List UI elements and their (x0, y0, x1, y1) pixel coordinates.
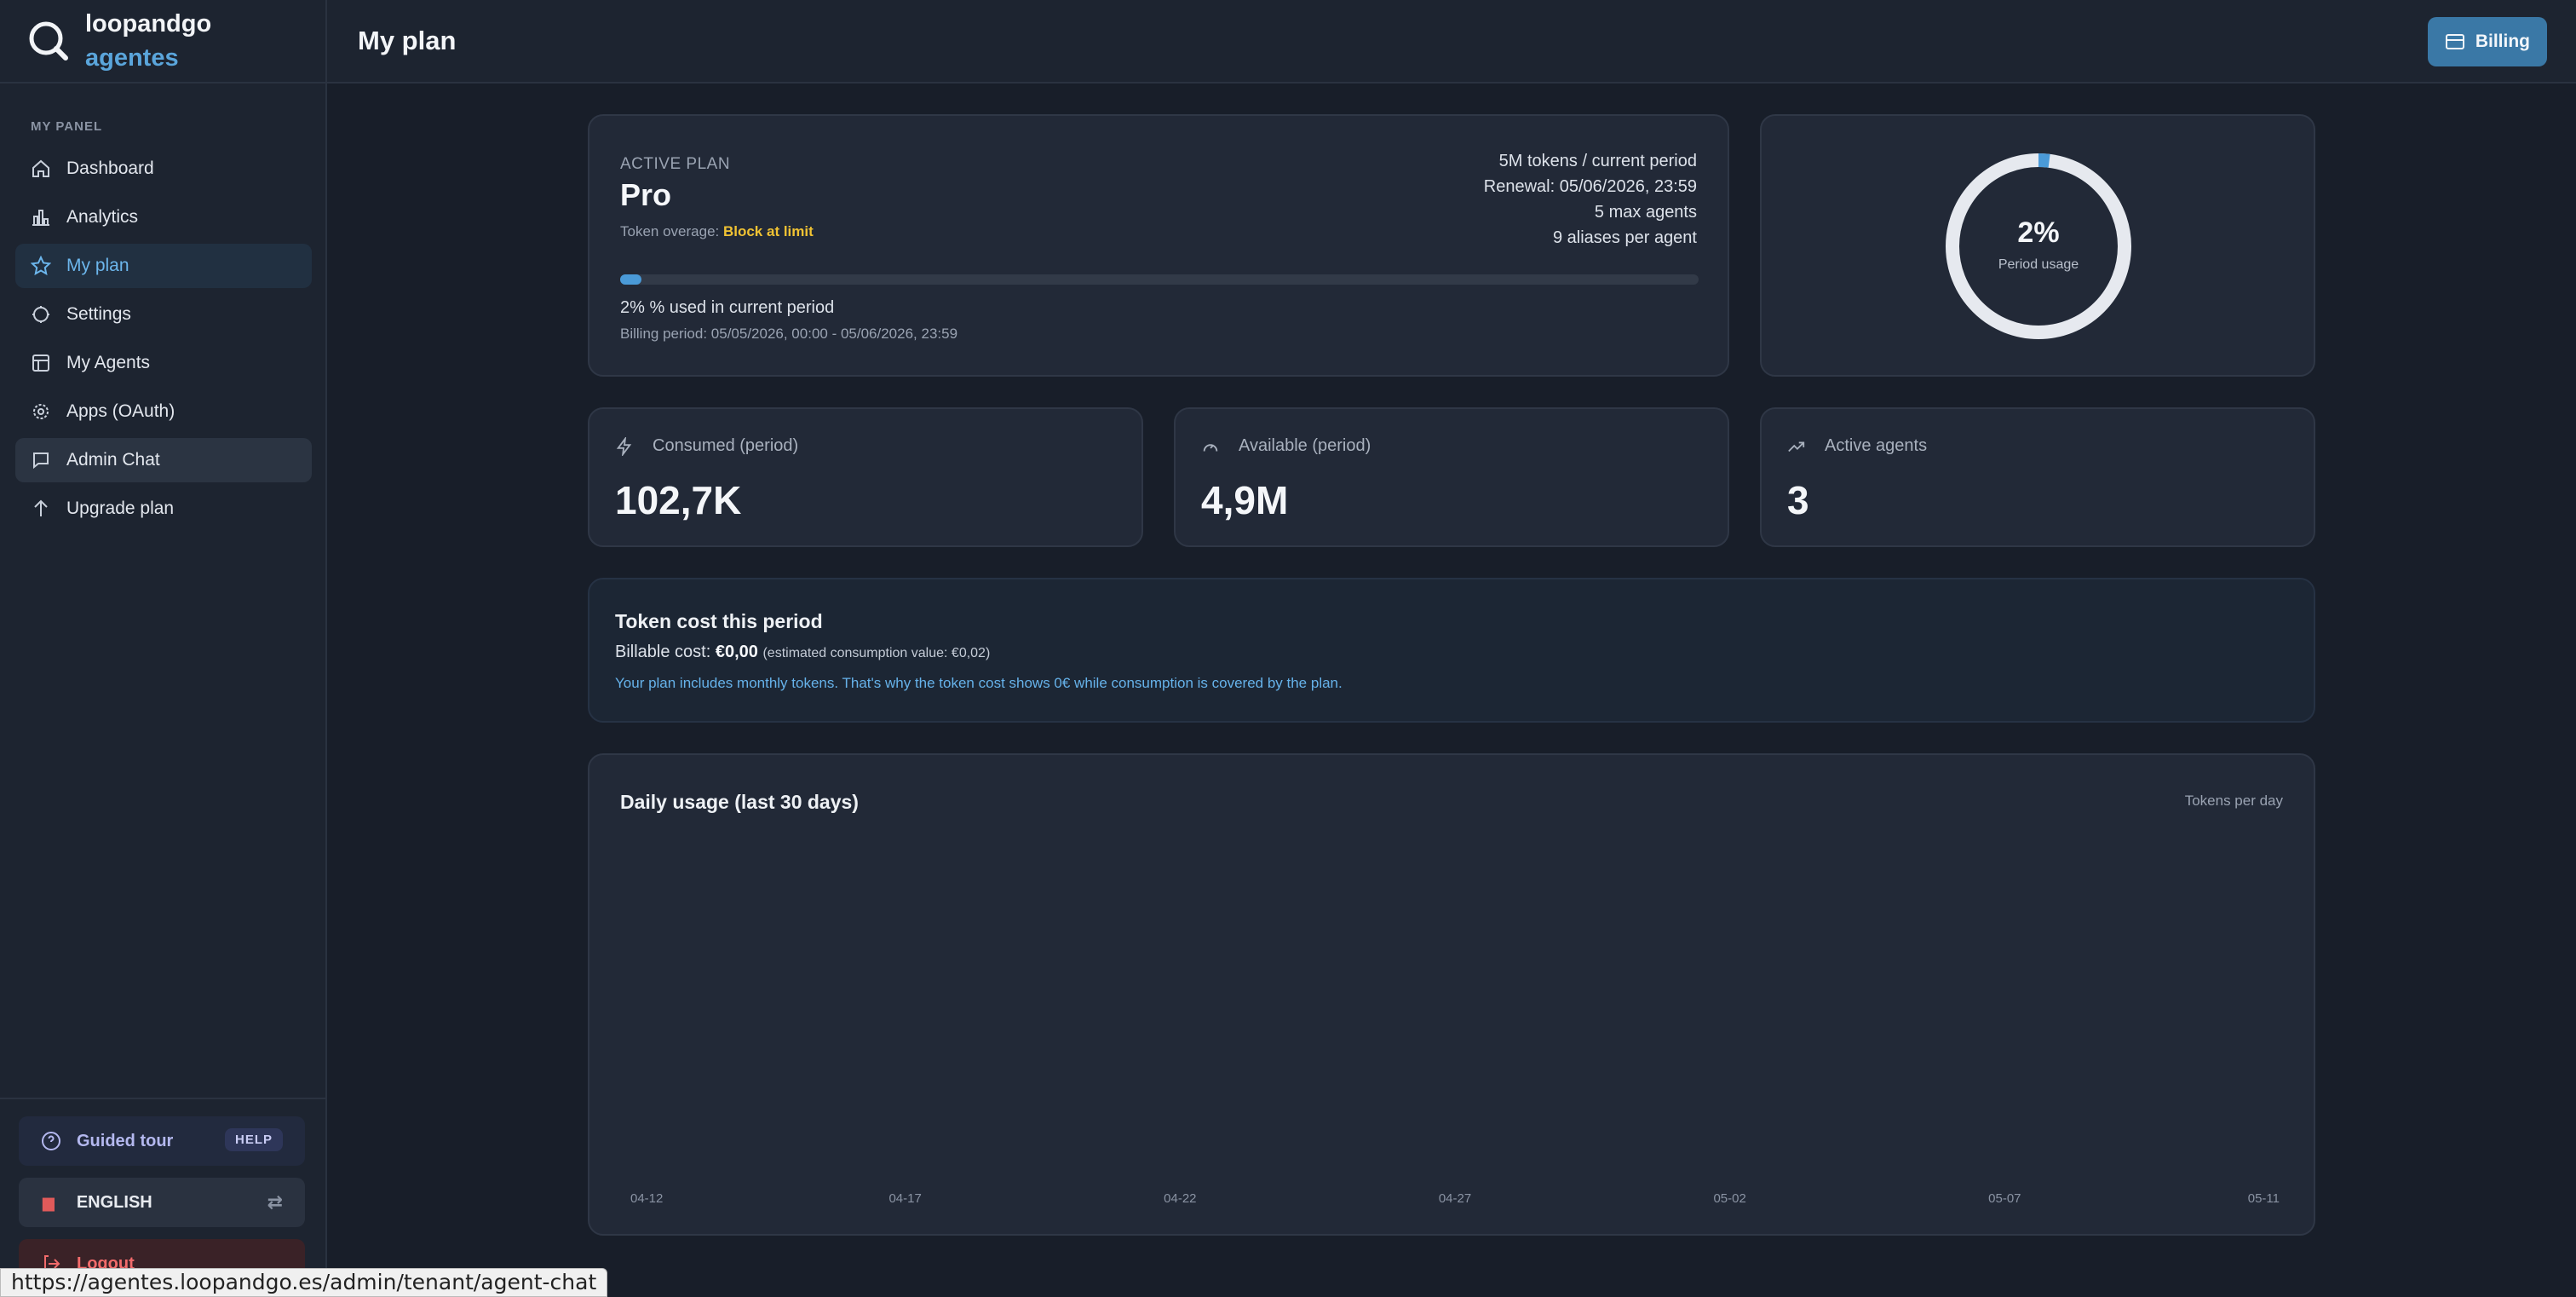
stat-label-text: Available (period) (1239, 436, 1371, 455)
guided-tour-button[interactable]: Guided tour HELP (19, 1116, 305, 1166)
sidebar-item-upgrade-plan[interactable]: Upgrade plan (15, 487, 312, 531)
cog-icon (33, 404, 49, 419)
brand-logo[interactable]: loopandgo agentes (0, 0, 325, 84)
sidebar-item-dashboard[interactable]: Dashboard (15, 147, 312, 191)
cost-note: Your plan includes monthly tokens. That'… (615, 675, 1343, 691)
page-title: My plan (358, 26, 457, 55)
billing-label: Billing (2475, 32, 2530, 51)
x-tick-label: 04-17 (888, 1191, 921, 1206)
sidebar-item-label: Upgrade plan (66, 499, 175, 518)
billable-cost: Billable cost: €0,00 (estimated consumpt… (615, 643, 990, 662)
sidebar-item-label: My plan (66, 256, 129, 275)
stat-label: Consumed (period) (615, 436, 798, 456)
donut-value: 2% (2017, 216, 2060, 249)
sidebar-item-label: Analytics (66, 207, 139, 227)
plan-detail-tokens: 5M tokens / current period (1498, 152, 1697, 170)
guided-tour-label: Guided tour (77, 1131, 174, 1150)
stat-label-text: Active agents (1825, 436, 1928, 455)
gauge-icon (1203, 443, 1218, 452)
bar-chart-icon (32, 210, 49, 226)
sidebar-item-label: My Agents (66, 353, 151, 372)
help-circle-icon (42, 1132, 60, 1150)
swap-icon: ⇄ (267, 1191, 283, 1213)
token-overage: Token overage: Block at limit (620, 223, 814, 240)
sidebar-item-admin-chat[interactable]: Admin Chat (15, 438, 312, 482)
brand-name: loopandgo (85, 10, 212, 37)
sidebar: loopandgo agentes MY PANEL Dashboard Ana… (0, 0, 327, 1297)
us-flag-icon: ▆ (43, 1193, 55, 1211)
plan-name: Pro (620, 177, 672, 212)
x-tick-label: 04-22 (1164, 1191, 1196, 1206)
credit-card-icon (2445, 34, 2464, 49)
stat-card-active-agents: Active agents 3 (1760, 407, 2315, 547)
stat-label: Available (period) (1201, 436, 1371, 456)
plan-detail-renewal: Renewal: 05/06/2026, 23:59 (1483, 177, 1697, 196)
gear-icon (32, 306, 49, 323)
help-badge: HELP (224, 1128, 283, 1151)
sidebar-item-settings[interactable]: Settings (15, 292, 312, 337)
x-tick-label: 04-27 (1439, 1191, 1471, 1206)
section-label: MY PANEL (31, 119, 103, 134)
language-switcher[interactable]: ▆ ENGLISH ⇄ (19, 1178, 305, 1227)
cost-value: €0,00 (715, 643, 758, 661)
cost-title: Token cost this period (615, 610, 823, 632)
star-icon (31, 256, 51, 276)
status-bar-url: https://agentes.loopandgo.es/admin/tenan… (0, 1268, 608, 1297)
sidebar-item-my-plan[interactable]: My plan (15, 244, 312, 288)
trending-up-icon (1788, 441, 1805, 452)
plan-detail-aliases: 9 aliases per agent (1552, 228, 1697, 247)
used-text: 2% % used in current period (620, 298, 835, 317)
stat-value: 3 (1787, 478, 1809, 522)
x-tick-label: 04-12 (630, 1191, 663, 1206)
plan-label: ACTIVE PLAN (620, 155, 731, 173)
cost-prefix: Billable cost: (615, 643, 716, 661)
x-tick-label: 05-02 (1713, 1191, 1745, 1206)
x-tick-label: 05-11 (2248, 1191, 2280, 1206)
stat-card-available: Available (period) 4,9M (1174, 407, 1729, 547)
sidebar-item-my-agents[interactable]: My Agents (15, 341, 312, 385)
stat-card-consumed: Consumed (period) 102,7K (588, 407, 1143, 547)
donut-label: Period usage (1998, 257, 2079, 272)
active-plan-card: ACTIVE PLAN Pro Token overage: Block at … (588, 114, 1729, 377)
loop-logo-icon (29, 21, 68, 61)
sidebar-item-label: Settings (66, 304, 131, 324)
usage-progress-fill (620, 274, 642, 285)
sidebar-item-apps-oauth[interactable]: Apps (OAuth) (15, 389, 312, 434)
usage-progress-bar (620, 274, 1699, 285)
table-icon (32, 355, 49, 372)
overage-prefix: Token overage: (620, 223, 723, 239)
period-usage-card: 2% Period usage (1760, 114, 2315, 377)
token-cost-card: Token cost this period Billable cost: €0… (588, 578, 2315, 723)
brand-sub: agentes (85, 44, 179, 72)
sidebar-item-label: Dashboard (66, 159, 154, 178)
billing-period: Billing period: 05/05/2026, 00:00 - 05/0… (620, 326, 958, 342)
sidebar-nav: Dashboard Analytics My plan Settings My … (15, 147, 312, 535)
sidebar-item-label: Admin Chat (66, 450, 160, 470)
stat-value: 102,7K (615, 478, 742, 522)
stat-value: 4,9M (1201, 478, 1289, 522)
sidebar-footer: Guided tour HELP ▆ ENGLISH ⇄ Logout (0, 1098, 327, 1297)
sidebar-item-analytics[interactable]: Analytics (15, 195, 312, 239)
home-icon (32, 159, 49, 177)
stat-label: Active agents (1787, 436, 1927, 456)
daily-usage-chart-card: Daily usage (last 30 days) Tokens per da… (588, 753, 2315, 1236)
lightning-icon (616, 436, 632, 456)
sidebar-item-label: Apps (OAuth) (66, 401, 175, 421)
top-bar: My plan Billing (327, 0, 2576, 84)
billing-button[interactable]: Billing (2427, 17, 2547, 66)
language-label: ENGLISH (76, 1192, 152, 1212)
daily-usage-chart: 04-12 04-17 04-22 04-27 05-02 05-07 05-11 (630, 1191, 2280, 1206)
overage-value: Block at limit (722, 223, 814, 239)
chat-icon (33, 453, 49, 470)
stat-label-text: Consumed (period) (653, 436, 799, 455)
plan-details: 5M tokens / current period Renewal: 05/0… (1484, 148, 1697, 251)
plan-detail-max-agents: 5 max agents (1594, 203, 1697, 222)
cost-estimate: (estimated consumption value: €0,02) (762, 646, 991, 660)
x-tick-label: 05-07 (1988, 1191, 2021, 1206)
arrow-up-icon (34, 499, 48, 516)
